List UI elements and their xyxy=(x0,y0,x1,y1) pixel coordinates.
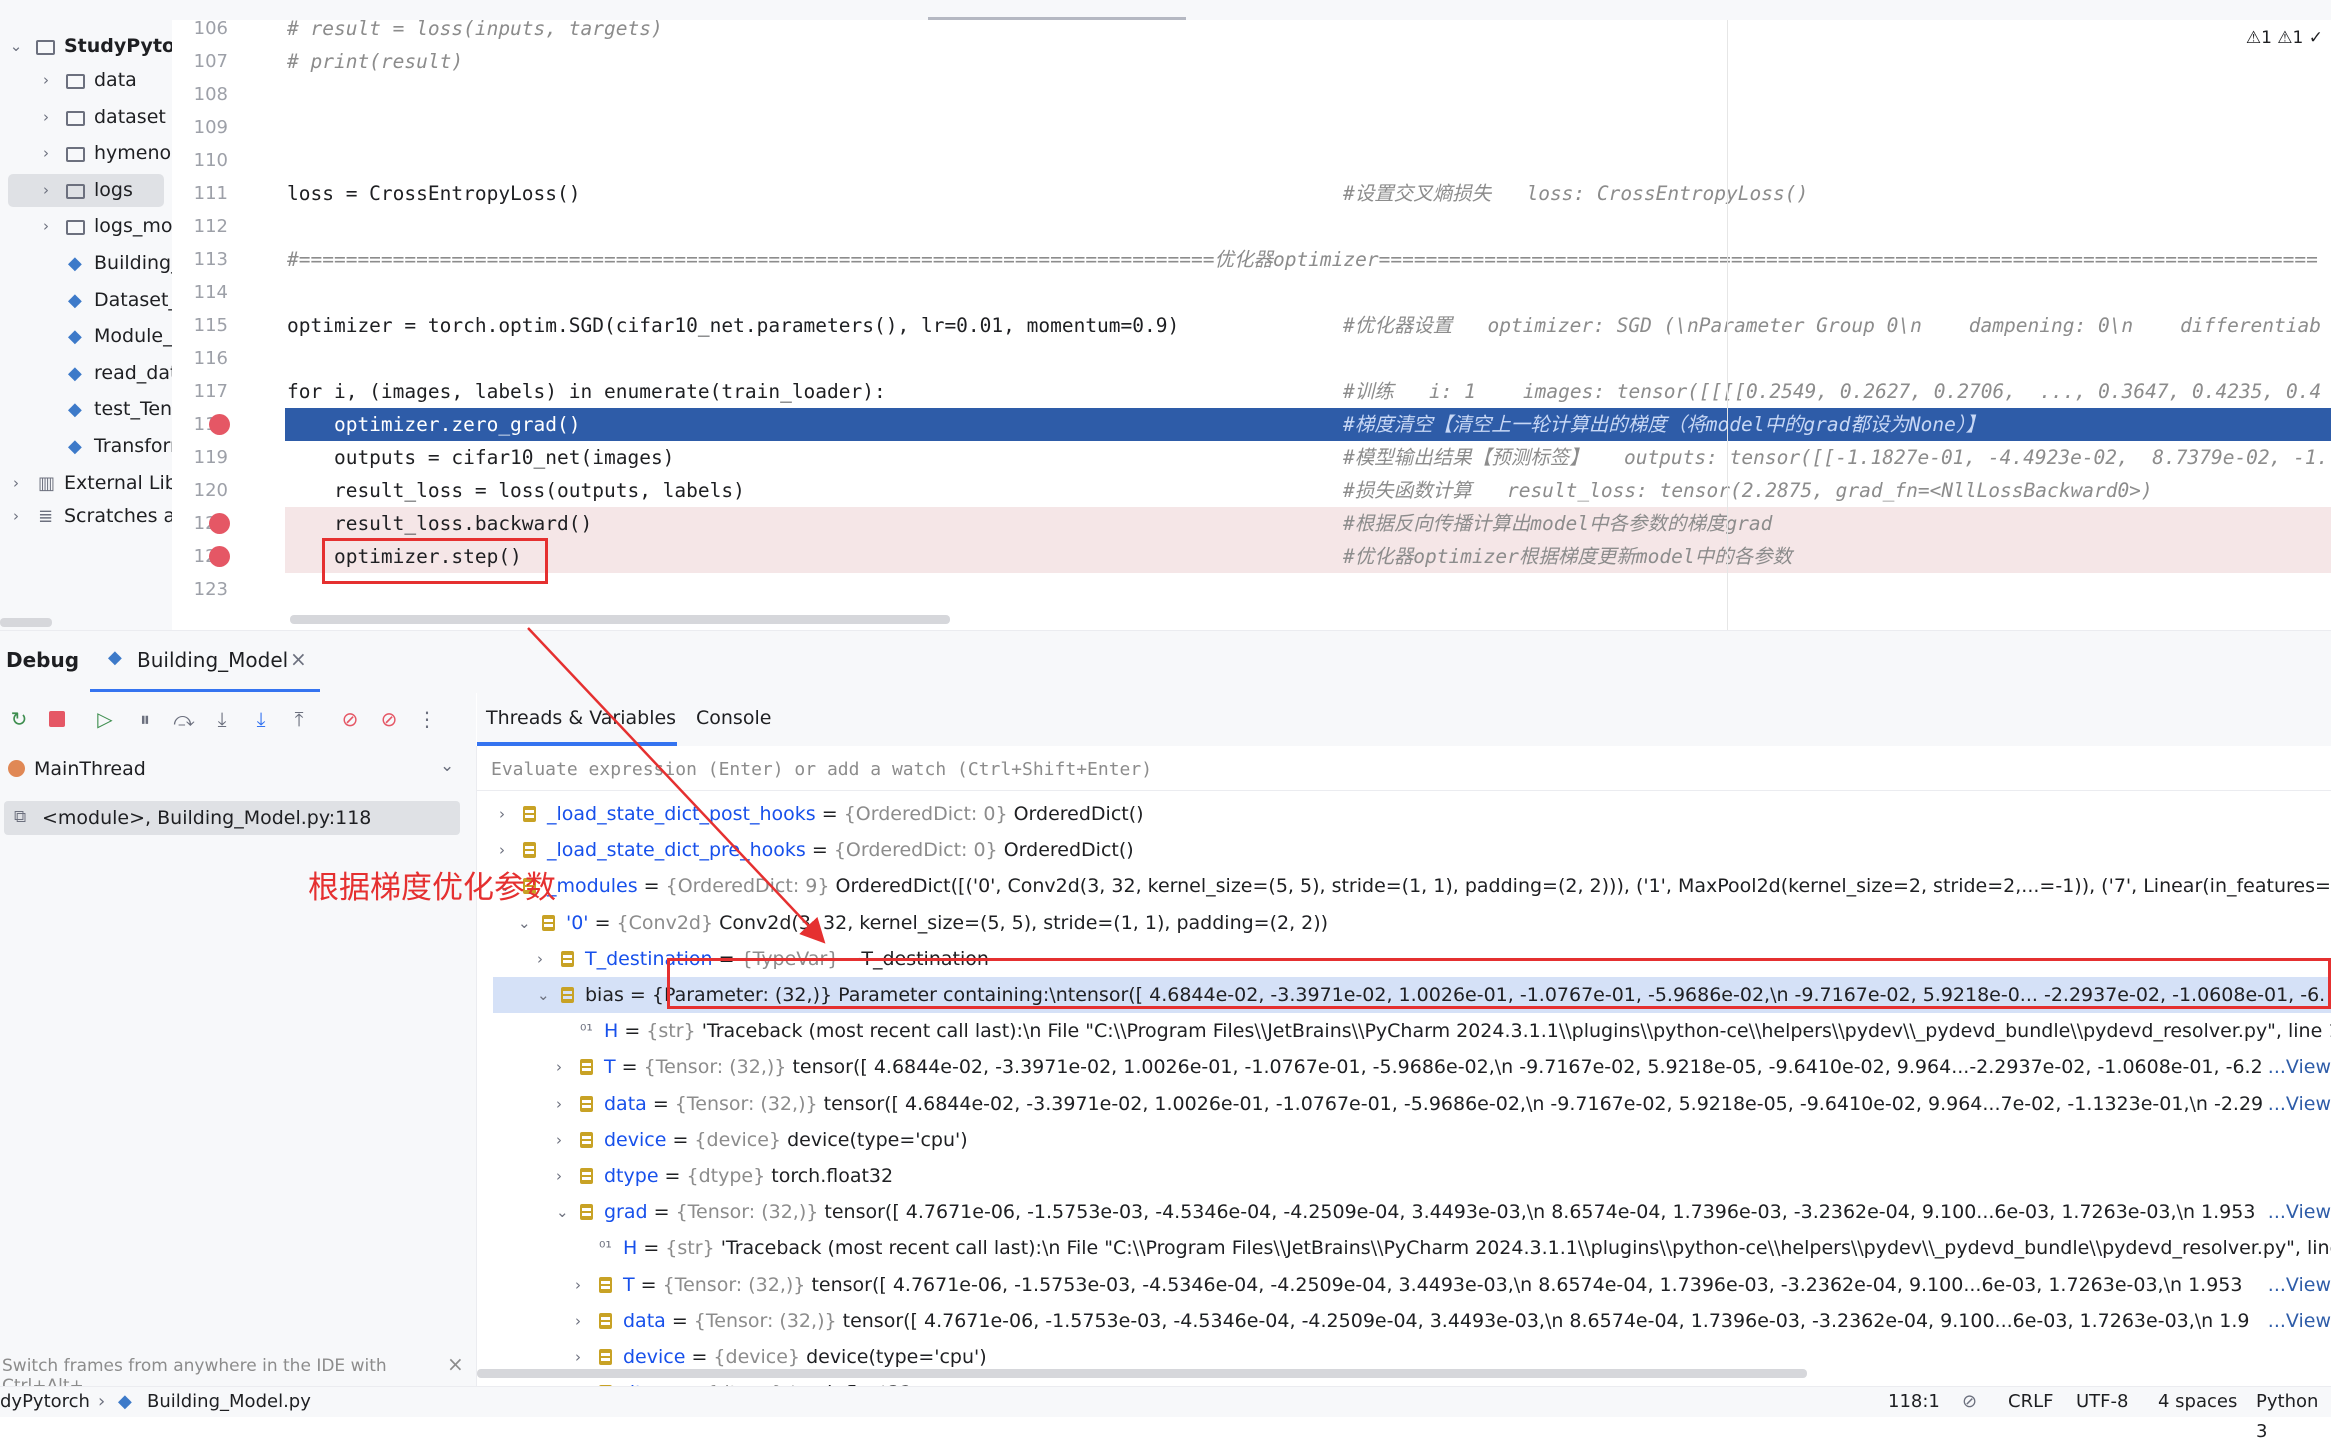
annotation-arrow xyxy=(0,0,2331,1416)
